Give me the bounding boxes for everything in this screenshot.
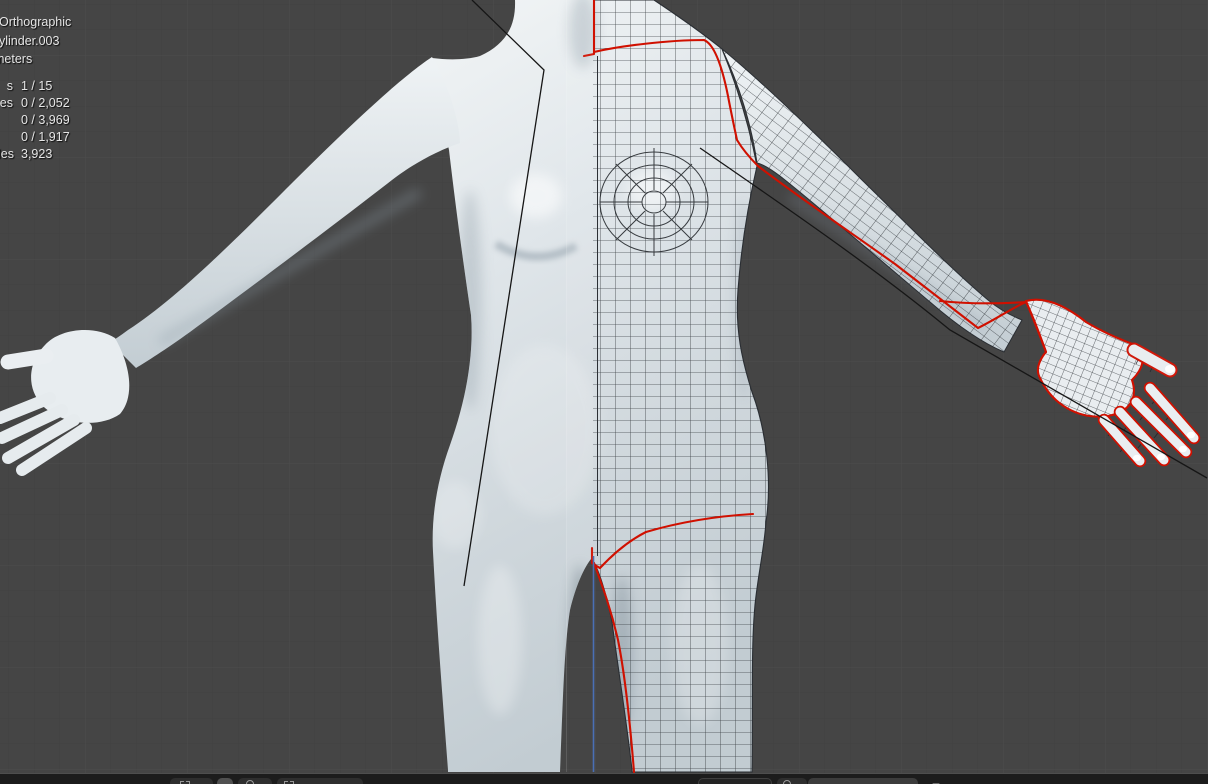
- bottom-editor-header: [0, 773, 1208, 784]
- editor-button-1[interactable]: [170, 778, 213, 784]
- viewport-canvas[interactable]: [0, 0, 1208, 773]
- editor-button-6[interactable]: [777, 778, 807, 784]
- editor-button-2[interactable]: [217, 778, 233, 784]
- editor-button-3[interactable]: [238, 778, 272, 784]
- editor-button-5[interactable]: [698, 778, 772, 784]
- circle-icon: [783, 780, 791, 784]
- circle-icon: [246, 780, 254, 784]
- blender-3d-viewport[interactable]: Orthographic ylinder.003 meters s1 / 15 …: [0, 0, 1208, 784]
- caret-icon[interactable]: [930, 779, 942, 784]
- editor-button-4[interactable]: [277, 778, 363, 784]
- editor-button-7[interactable]: [808, 778, 918, 784]
